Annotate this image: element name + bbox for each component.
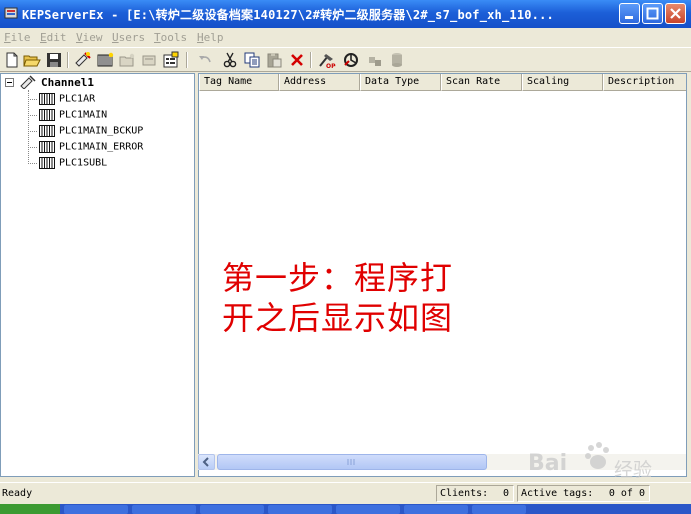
toolbar: OPC [0,47,691,72]
svg-text:OPC: OPC [326,63,336,69]
status-ready: Ready [2,488,33,499]
annotation-line-2: 开之后显示如图 [222,299,454,337]
tree-channel-label[interactable]: Channel1 [41,76,94,89]
new-file-icon[interactable] [3,51,21,69]
tag-table-header: Tag Name Address Data Type Scan Rate Sca… [199,74,686,91]
start-button[interactable] [0,504,60,514]
close-button[interactable] [665,3,686,24]
new-device-icon[interactable] [96,51,114,69]
clients-label: Clients: [440,488,489,499]
menu-view[interactable]: View [76,31,103,44]
runtime-connect-icon[interactable] [342,51,360,69]
open-folder-icon[interactable] [23,51,41,69]
channel-tree-pane[interactable]: Channel1 PLC1AR PLC1MAIN PLC1MAIN_BCKUP … [0,73,195,477]
menu-tools[interactable]: Tools [154,31,187,44]
tree-device-item[interactable]: PLC1SUBL [39,156,107,172]
column-header-data-type[interactable]: Data Type [360,74,441,91]
window-title: KEPServerEx - [E:\转炉二级设备档案140127\2#转炉二级服… [22,8,554,22]
kepserver-app-icon [4,7,18,19]
scroll-left-button[interactable] [198,454,215,470]
taskbar-button[interactable] [132,505,196,514]
active-tags-label: Active tags: [521,488,594,499]
menu-help[interactable]: Help [197,31,224,44]
tree-connector [28,163,37,164]
status-bar: Ready Clients: 0 Active tags: 0 of 0 [0,482,691,505]
tree-connector [28,115,37,116]
save-icon[interactable] [45,51,63,69]
taskbar-button[interactable] [336,505,400,514]
menu-users[interactable]: Users [112,31,145,44]
device-icon [39,141,55,153]
maximize-icon [646,7,659,20]
tree-connector [28,131,37,132]
toolbar-separator [186,52,188,68]
device-icon [39,93,55,105]
quick-client-icon[interactable]: OPC [318,51,336,69]
column-header-tag-name[interactable]: Tag Name [199,74,279,91]
scroll-thumb[interactable] [217,454,487,470]
new-tag-icon[interactable] [140,51,158,69]
device-icon [39,109,55,121]
menu-bar: File Edit View Users Tools Help [0,28,691,47]
device-label: PLC1MAIN_BCKUP [59,125,144,137]
tree-device-item[interactable]: PLC1MAIN [39,108,107,124]
active-tags-value: 0 of 0 [608,488,645,499]
minimize-icon [625,16,633,19]
database-icon[interactable] [388,51,406,69]
toolbar-separator [310,52,312,68]
menu-file[interactable]: File [4,31,31,44]
toolbar-separator [67,52,69,68]
clients-value: 0 [502,488,509,499]
tree-connector [28,99,37,100]
baidu-paw-logo [585,442,609,469]
watermark-suffix: 经验 [614,459,653,481]
device-label: PLC1SUBL [59,157,108,169]
device-icon [39,125,55,137]
watermark-brand: Bai [528,451,568,476]
paste-icon[interactable] [265,51,283,69]
annotation-line-1: 第一步：程序打 [222,259,454,297]
windows-taskbar [0,504,691,514]
delete-icon[interactable] [288,51,306,69]
channel-icon [20,75,36,89]
column-header-description[interactable]: Description [603,74,686,91]
maximize-button[interactable] [642,3,663,24]
horizontal-scrollbar[interactable] [198,454,686,470]
new-channel-icon[interactable] [74,51,92,69]
grip-icon [347,459,355,465]
device-label: PLC1AR [59,93,96,105]
copy-icon[interactable] [243,51,261,69]
tree-connector [28,90,29,164]
minimize-button[interactable] [619,3,640,24]
active-tags-status: Active tags: 0 of 0 [517,485,650,502]
taskbar-button[interactable] [472,505,526,514]
clients-status: Clients: 0 [436,485,514,502]
properties-icon[interactable] [162,51,180,69]
runtime-icon[interactable] [366,51,384,69]
device-icon [39,157,55,169]
device-label: PLC1MAIN_ERROR [59,141,144,153]
column-header-scaling[interactable]: Scaling [522,74,603,91]
title-bar[interactable]: KEPServerEx - [E:\转炉二级设备档案140127\2#转炉二级服… [0,0,691,28]
close-icon [670,8,681,19]
menu-edit[interactable]: Edit [40,31,67,44]
tree-device-item[interactable]: PLC1MAIN_BCKUP [39,124,143,140]
taskbar-button[interactable] [268,505,332,514]
new-group-icon[interactable] [118,51,136,69]
column-header-address[interactable]: Address [279,74,360,91]
collapse-toggle-icon[interactable] [5,78,14,87]
taskbar-button[interactable] [200,505,264,514]
tree-connector [28,147,37,148]
tree-device-item[interactable]: PLC1MAIN_ERROR [39,140,143,156]
device-label: PLC1MAIN [59,109,108,121]
taskbar-button[interactable] [404,505,468,514]
column-header-scan-rate[interactable]: Scan Rate [441,74,522,91]
cut-icon[interactable] [221,51,239,69]
undo-icon[interactable] [196,51,214,69]
annotation-text: 第一步：程序打 开之后显示如图 [222,258,453,338]
tree-device-item[interactable]: PLC1AR [39,92,95,108]
taskbar-button[interactable] [64,505,128,514]
chevron-left-icon [202,457,209,467]
